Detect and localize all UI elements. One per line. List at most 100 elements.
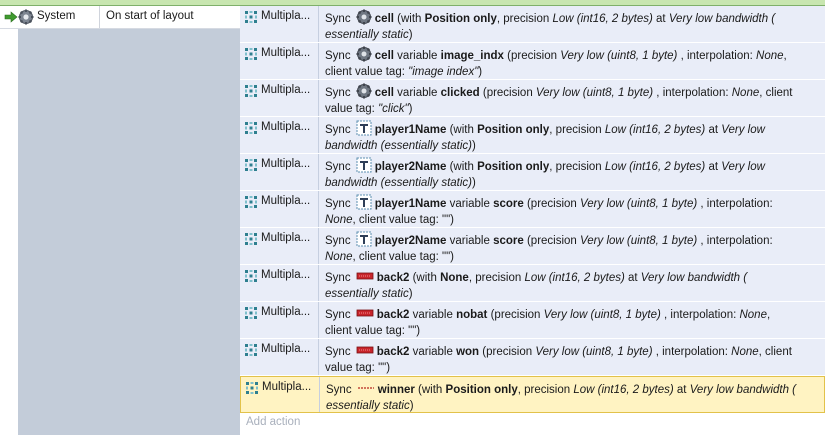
param-text: (precision xyxy=(482,346,536,358)
bandwidth-value: Very low xyxy=(721,161,765,173)
condition-text: On start of layout xyxy=(106,10,194,22)
action-object-cell[interactable]: Multipla... xyxy=(240,6,319,42)
param-text: value tag: "") xyxy=(325,362,391,374)
param-text: , xyxy=(766,309,771,321)
value-tag: None xyxy=(325,214,353,226)
action-text[interactable]: Sync back2 variable nobat (precision Ver… xyxy=(319,302,825,338)
param-text: at xyxy=(705,161,722,173)
param-text: , client value tag: "") xyxy=(352,251,455,263)
action-object-label: Multipla... xyxy=(261,343,311,355)
conditions-empty-area[interactable] xyxy=(18,29,240,435)
param-text: , precision xyxy=(549,124,605,136)
action-row[interactable]: Multipla... Sync cell variable image_indx… xyxy=(240,43,825,80)
variable-word: variable xyxy=(412,346,453,358)
precision-value: Very low (uint8, 1 byte) xyxy=(560,50,678,62)
action-verb: Sync xyxy=(325,13,351,25)
action-text[interactable]: Sync player1Name variable score (precisi… xyxy=(319,191,825,227)
action-row[interactable]: Multipla... Sync back2 (with None, precis… xyxy=(240,265,825,302)
multiplayer-icon xyxy=(245,270,257,282)
action-row[interactable]: Multipla... Sync player1Name (with Positi… xyxy=(240,117,825,154)
action-row[interactable]: Multipla... Sync cell (with Position only… xyxy=(240,6,825,43)
action-object-cell[interactable]: Multipla... xyxy=(240,43,319,79)
action-row[interactable]: Multipla... Sync back2 variable nobat (pr… xyxy=(240,302,825,339)
multiplayer-icon xyxy=(245,196,257,208)
action-row[interactable]: Multipla... Sync winner (with Position on… xyxy=(240,376,825,413)
action-target: winner xyxy=(377,384,415,396)
action-object-cell[interactable]: Multipla... xyxy=(240,228,319,264)
action-verb: Sync xyxy=(325,87,351,99)
param-text: , client xyxy=(758,346,792,358)
param-text: , precision xyxy=(468,272,525,284)
multiplayer-icon xyxy=(245,307,257,319)
cell-icon xyxy=(356,46,372,62)
variable-name: score xyxy=(493,198,524,210)
variable-word: variable xyxy=(412,309,453,321)
action-target: cell xyxy=(374,50,394,62)
condition-row[interactable]: System On start of layout xyxy=(0,6,240,29)
action-object-cell[interactable]: Multipla... xyxy=(240,302,319,338)
action-object-cell[interactable]: Multipla... xyxy=(240,265,319,301)
bandwidth-value: Very low bandwidth ( xyxy=(640,272,748,284)
param-text: ) xyxy=(409,400,414,412)
action-object-label: Multipla... xyxy=(261,306,311,318)
param-text: at xyxy=(624,272,641,284)
action-target: back2 xyxy=(376,309,410,321)
action-text[interactable]: Sync player2Name (with Position only, pr… xyxy=(319,154,825,190)
action-object-cell[interactable]: Multipla... xyxy=(240,339,319,375)
arrow-right-icon xyxy=(4,11,18,23)
multiplayer-icon xyxy=(245,48,257,60)
param-text: , precision xyxy=(496,13,553,25)
precision-value: Low (int16, 2 bytes) xyxy=(604,124,706,136)
bandwidth-value: essentially static xyxy=(325,29,409,41)
action-target: back2 xyxy=(376,346,410,358)
action-object-cell[interactable]: Multipla... xyxy=(241,377,320,412)
action-verb: Sync xyxy=(325,346,351,358)
interpolation-value: None xyxy=(731,87,760,99)
precision-value: Very low (uint8, 1 byte) xyxy=(580,235,698,247)
sprite-icon xyxy=(356,272,374,280)
action-row[interactable]: Multipla... Sync player2Name (with Positi… xyxy=(240,154,825,191)
action-text[interactable]: Sync cell variable image_indx (precision… xyxy=(319,43,825,79)
precision-value: Very low (uint8, 1 byte) xyxy=(535,87,654,99)
conditions-area[interactable] xyxy=(0,29,240,435)
param-text: , interpolation: xyxy=(677,50,757,62)
action-text[interactable]: Sync winner (with Position only, precisi… xyxy=(320,377,824,412)
param-text: ) xyxy=(408,103,413,115)
sync-mode: None xyxy=(440,272,469,284)
sprite-icon xyxy=(356,309,374,317)
action-text[interactable]: Sync player1Name (with Position only, pr… xyxy=(319,117,825,153)
action-row[interactable]: Multipla... Sync player2Name variable sco… xyxy=(240,228,825,265)
action-object-label: Multipla... xyxy=(261,47,311,59)
variable-name: nobat xyxy=(456,309,488,321)
param-text: , interpolation: xyxy=(660,309,740,321)
action-text[interactable]: Sync back2 (with None, precision Low (in… xyxy=(319,265,825,301)
action-object-label: Multipla... xyxy=(261,195,311,207)
precision-value: Very low (uint8, 1 byte) xyxy=(580,198,698,210)
scrollbar-track[interactable] xyxy=(825,0,833,435)
divider xyxy=(99,6,100,28)
sync-mode: Position only xyxy=(477,124,550,136)
precision-value: Low (int16, 2 bytes) xyxy=(552,13,653,25)
variable-word: variable xyxy=(449,235,490,247)
action-row[interactable]: Multipla... Sync cell variable clicked (p… xyxy=(240,80,825,117)
action-row[interactable]: Multipla... Sync back2 variable won (prec… xyxy=(240,339,825,376)
action-text[interactable]: Sync back2 variable won (precision Very … xyxy=(319,339,825,375)
param-text: , precision xyxy=(517,384,574,396)
action-row[interactable]: Multipla... Sync player1Name variable sco… xyxy=(240,191,825,228)
add-action-link[interactable]: Add action xyxy=(246,416,300,428)
action-object-cell[interactable]: Multipla... xyxy=(240,154,319,190)
action-object-cell[interactable]: Multipla... xyxy=(240,80,319,116)
action-object-cell[interactable]: Multipla... xyxy=(240,191,319,227)
action-target: cell xyxy=(374,87,394,99)
action-verb: Sync xyxy=(325,198,351,210)
text-object-icon xyxy=(356,231,372,247)
action-text[interactable]: Sync cell (with Position only, precision… xyxy=(319,6,825,42)
action-object-cell[interactable]: Multipla... xyxy=(240,117,319,153)
action-text[interactable]: Sync cell variable clicked (precision Ve… xyxy=(319,80,825,116)
action-object-label: Multipla... xyxy=(261,10,311,22)
action-text[interactable]: Sync player2Name variable score (precisi… xyxy=(319,228,825,264)
param-text: , precision xyxy=(549,161,605,173)
action-object-label: Multipla... xyxy=(261,269,311,281)
interpolation-value: None xyxy=(739,309,767,321)
param-text: , client xyxy=(759,87,793,99)
